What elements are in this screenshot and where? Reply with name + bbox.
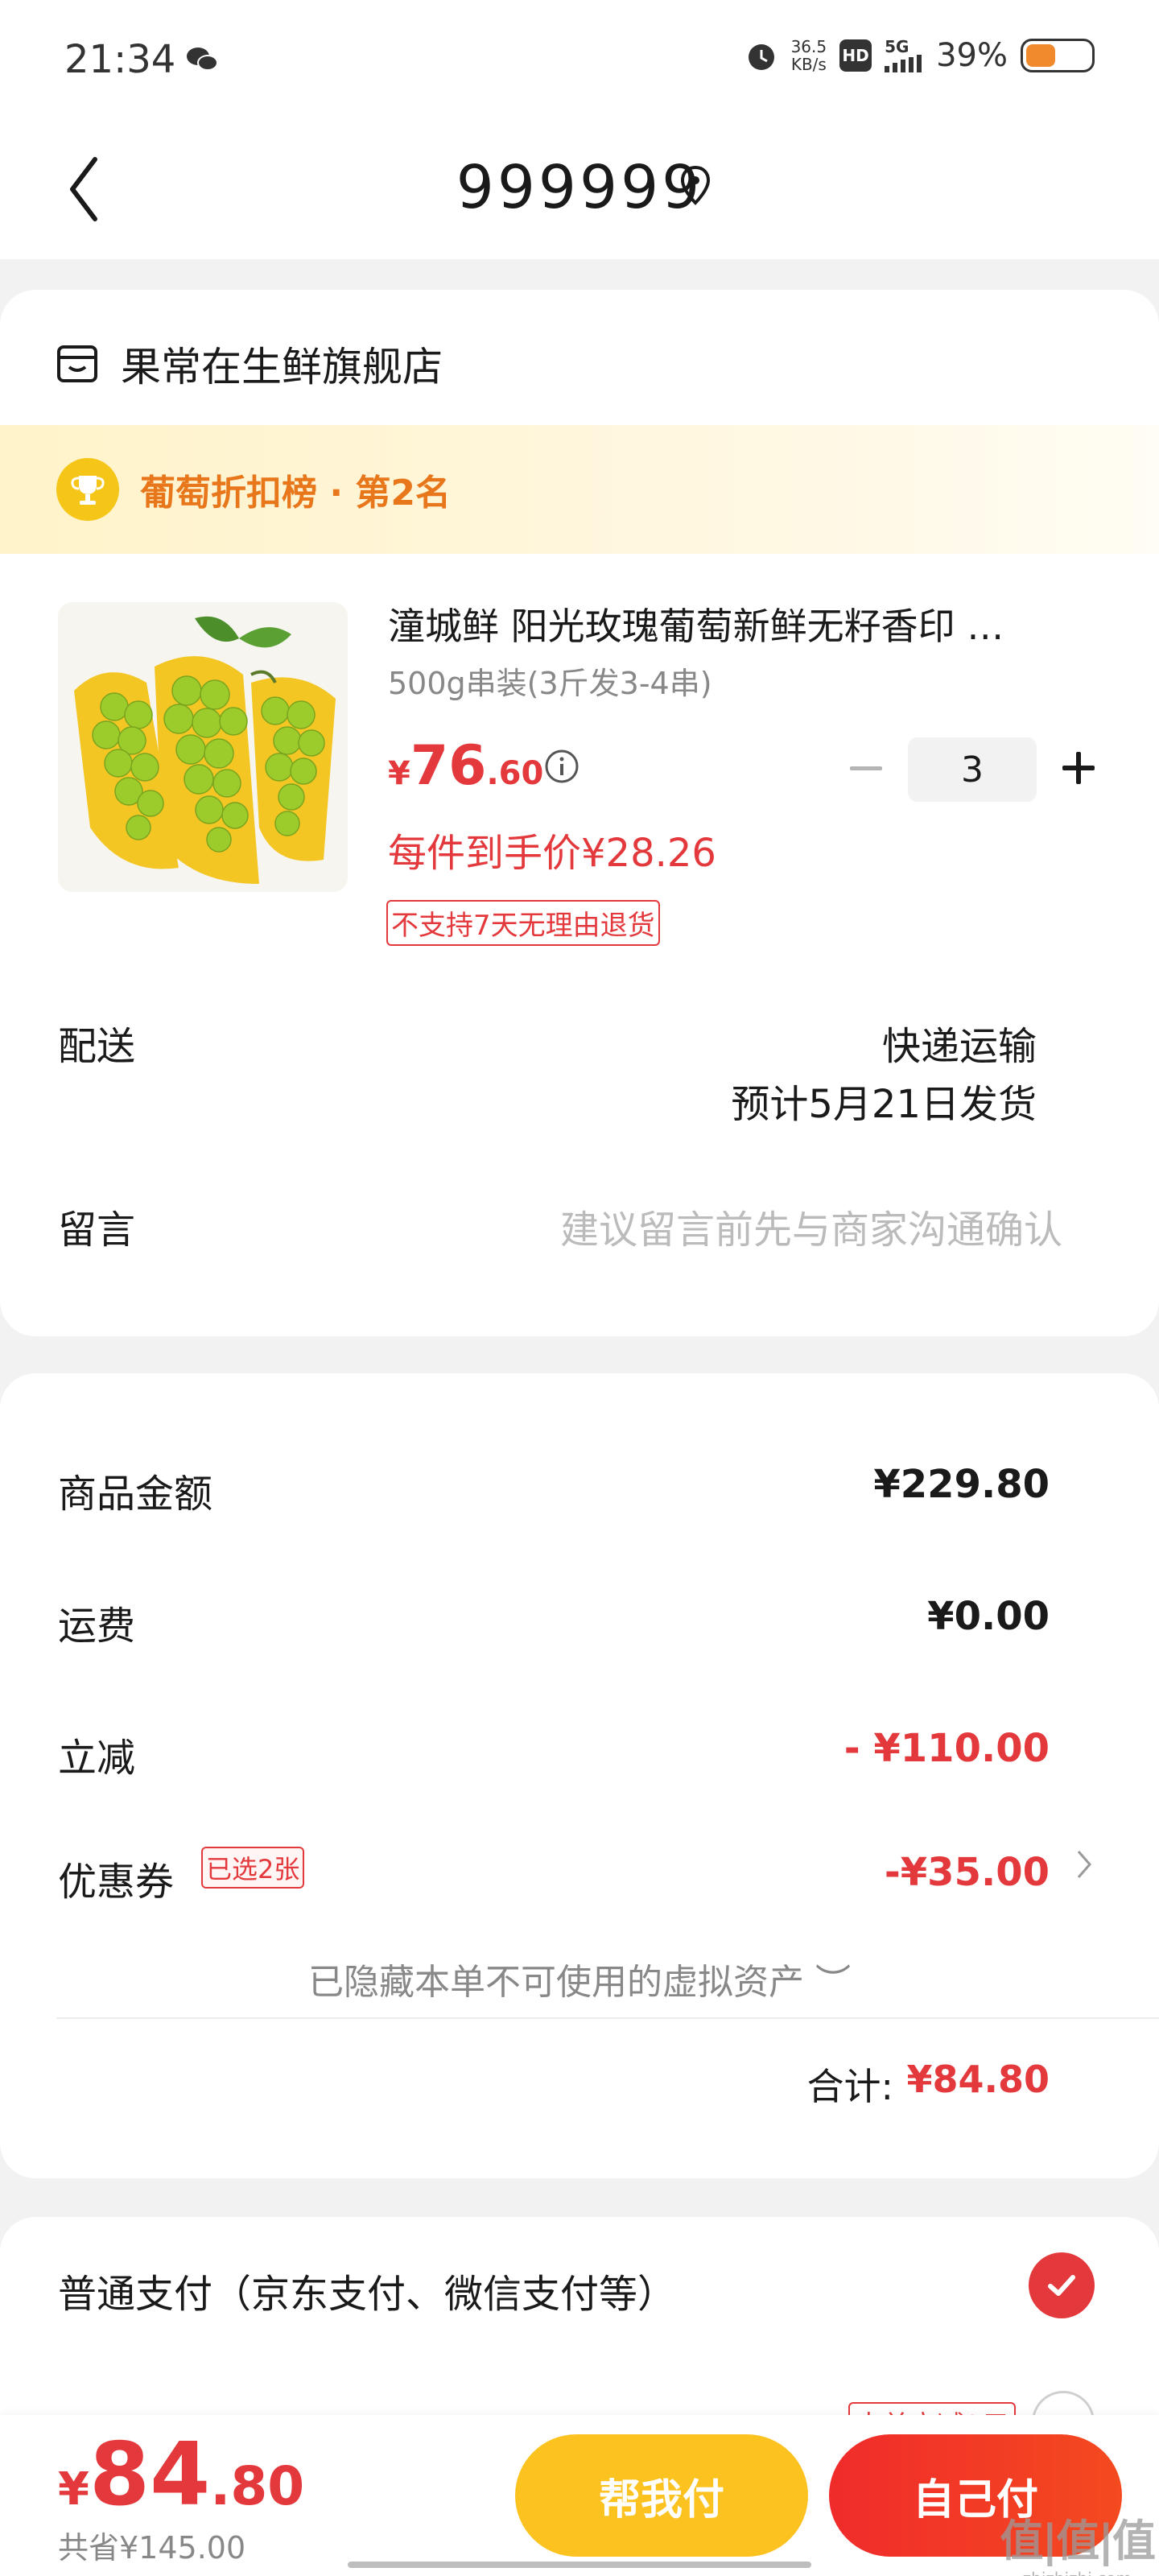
battery-icon — [1021, 39, 1095, 72]
message-input[interactable]: 建议留言前先与商家沟通确认 — [560, 1198, 1062, 1254]
discount-label: 立减 — [58, 1736, 136, 1781]
payable-integer: 84 — [89, 2425, 211, 2525]
network-speed-unit: KB/s — [790, 55, 827, 74]
product-image[interactable] — [58, 602, 348, 892]
shipping-label: 运费 — [58, 1604, 136, 1649]
amount-summary-card: 商品金额 ¥229.80 运费 ¥0.00 立减 - ¥110.00 优惠券 已… — [0, 1373, 1159, 2178]
alarm-icon — [748, 44, 774, 70]
grape-illustration — [58, 602, 348, 892]
signal-bars-icon — [885, 55, 922, 72]
payable-amount: ¥ 84 .80 — [58, 2425, 304, 2525]
order-item-card: 果常在生鲜旗舰店 葡萄折扣榜 · 第2名 潼城鲜 阳光玫瑰葡萄新鲜无籽香印 … … — [0, 290, 1159, 1336]
location-icon[interactable] — [678, 164, 713, 208]
unit-price: 每件到手价¥28.26 — [388, 831, 716, 876]
quantity-increase-button[interactable] — [1056, 745, 1101, 791]
network-type: 5G — [885, 37, 909, 56]
check-icon[interactable] — [1029, 2252, 1095, 2318]
coupon-selected-badge: 已选2张 — [201, 1847, 305, 1889]
product-price: ¥ 76 .60 — [388, 734, 543, 798]
total-value: ¥84.80 — [906, 2058, 1050, 2101]
normal-payment-option[interactable]: 普通支付（京东支付、微信支付等） — [58, 2262, 676, 2318]
store-link[interactable]: 果常在生鲜旗舰店 — [56, 335, 443, 393]
saved-amount: 共省¥145.00 — [58, 2530, 246, 2566]
trophy-icon — [56, 458, 119, 521]
product-spec: 500g串装(3斤发3-4串) — [388, 666, 712, 701]
hidden-assets-toggle[interactable]: 已隐藏本单不可使用的虚拟资产 ︶ — [0, 1953, 1159, 2004]
goods-amount-label: 商品金额 — [58, 1472, 213, 1517]
coupon-label: 优惠券 — [58, 1860, 175, 1905]
delivery-date: 预计5月21日发货 — [731, 1082, 1037, 1127]
chevron-right-icon[interactable] — [1075, 1848, 1093, 1880]
page-header: 999999 — [0, 121, 1159, 259]
wechat-icon — [187, 47, 218, 71]
signal-icon: 5G — [885, 39, 923, 72]
rank-banner[interactable]: 葡萄折扣榜 · 第2名 — [0, 425, 1159, 554]
product-title[interactable]: 潼城鲜 阳光玫瑰葡萄新鲜无籽香印 … — [388, 597, 1080, 650]
discount-value: - ¥110.00 — [843, 1726, 1050, 1771]
price-decimal: .60 — [486, 755, 544, 792]
battery-percent: 39% — [936, 37, 1008, 74]
payable-decimal: .80 — [210, 2455, 305, 2517]
store-name: 果常在生鲜旗舰店 — [121, 344, 443, 390]
status-bar: 21:34 36.5 KB/s HD 5G 39% — [0, 0, 1159, 121]
delivery-label: 配送 — [58, 1024, 136, 1069]
watermark-logo: 值|值|值 — [1000, 2516, 1156, 2566]
help-pay-button[interactable]: 帮我付 — [515, 2434, 808, 2557]
status-time: 21:34 — [64, 37, 176, 82]
goods-amount-value: ¥229.80 — [873, 1462, 1050, 1507]
watermark-url: zhizhizhi.com — [1000, 2569, 1154, 2576]
page-title: 999999 — [456, 153, 703, 222]
network-speed: 36.5 KB/s — [791, 38, 827, 73]
message-label: 留言 — [58, 1208, 136, 1253]
store-icon — [57, 345, 97, 382]
price-currency: ¥ — [388, 755, 410, 792]
status-indicators: 36.5 KB/s HD 5G 39% — [744, 37, 1095, 74]
home-indicator[interactable] — [348, 2562, 811, 2568]
watermark: 值|值|值 zhizhizhi.com — [1000, 2505, 1156, 2576]
delivery-method[interactable]: 快递运输 — [882, 1014, 1037, 1071]
hd-icon: HD — [839, 39, 872, 72]
divider — [56, 2017, 1159, 2019]
shipping-value: ¥0.00 — [927, 1594, 1050, 1639]
payable-currency: ¥ — [58, 2463, 89, 2516]
network-speed-value: 36.5 — [790, 37, 827, 56]
no-return-badge: 不支持7天无理由退货 — [386, 900, 660, 946]
quantity-decrease-button[interactable] — [843, 745, 889, 791]
rank-text: 葡萄折扣榜 · 第2名 — [140, 473, 451, 514]
info-icon[interactable] — [542, 747, 581, 786]
coupon-value[interactable]: -¥35.00 — [885, 1850, 1050, 1895]
bottom-checkout-bar: ¥ 84 .80 共省¥145.00 帮我付 自己付 — [0, 2415, 1159, 2576]
total-label: 合计: — [806, 2065, 894, 2108]
price-integer: 76 — [410, 734, 487, 798]
quantity-input[interactable]: 3 — [908, 737, 1037, 802]
